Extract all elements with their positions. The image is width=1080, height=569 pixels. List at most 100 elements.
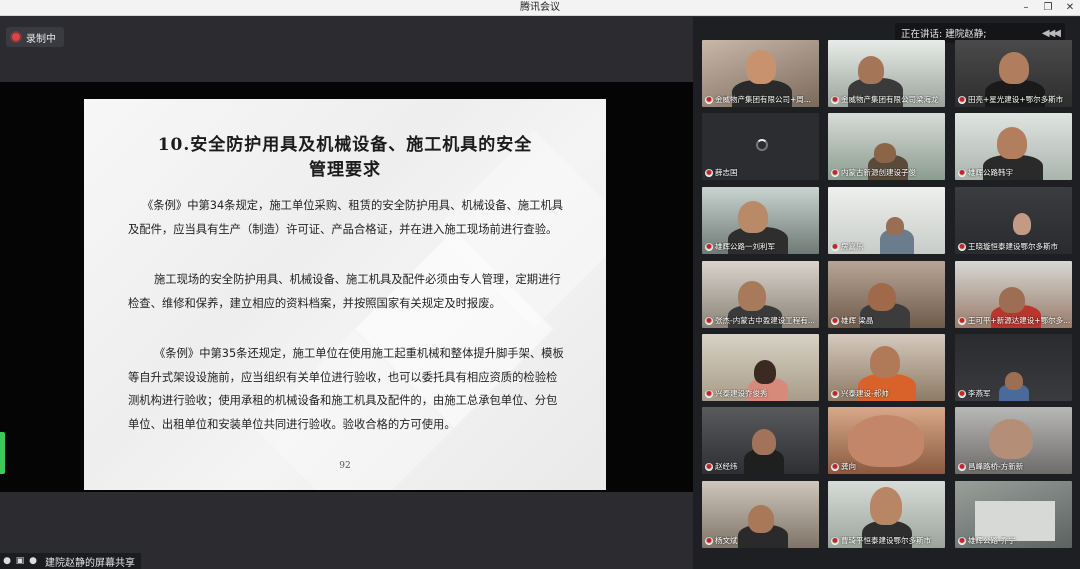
participant-video <box>738 281 766 311</box>
participant-name: ● 金威物产集团有限公司梁海龙 <box>831 95 939 104</box>
maximize-icon[interactable]: ❐ <box>1042 2 1054 14</box>
screen-share-label: 建院赵静的屏幕共享 <box>45 557 135 569</box>
mic-muted-icon: ● <box>831 96 839 104</box>
participant-name: ● 雄辉 梁晶 <box>831 316 874 325</box>
close-icon[interactable]: ✕ <box>1064 2 1076 14</box>
loading-spinner-icon <box>756 139 768 151</box>
participant-tile[interactable]: ● 田亮+星光建设+鄂尔多斯市 <box>955 40 1072 107</box>
presentation-slide: 10.安全防护用具及机械设备、施工机具的安全 管理要求 《条例》中第34条规定，… <box>84 99 606 490</box>
mic-muted-icon: ● <box>705 390 713 398</box>
participant-video <box>848 415 924 467</box>
mic-muted-icon: ● <box>705 317 713 325</box>
window-controls: – ❐ ✕ <box>1020 0 1076 16</box>
mic-muted-icon: ● <box>831 463 839 471</box>
participant-video <box>754 360 776 384</box>
participant-video <box>1013 213 1031 235</box>
participant-name: ● 田亮+星光建设+鄂尔多斯市 <box>958 95 1064 104</box>
slide-title-line: 管理要求 <box>309 160 381 180</box>
participant-tile[interactable]: ● 雄辉 梁晶 <box>828 261 945 328</box>
slide-page-number: 92 <box>339 461 351 471</box>
participant-tile[interactable]: ● 内蒙古新源创建设子俊 <box>828 113 945 180</box>
screen-share-icon: ▣ <box>15 556 25 566</box>
mic-muted-icon: ● <box>705 537 713 545</box>
participant-name: ● 王可平+新源达建设+鄂尔多... <box>958 316 1070 325</box>
microphone-icon: ● <box>29 556 37 566</box>
slide-title-line: 10.安全防护用具及机械设备、施工机具的安全 <box>157 135 533 155</box>
participant-tile[interactable]: ● 王晓璇恒泰建设鄂尔多斯市 <box>955 187 1072 254</box>
participant-tile[interactable]: ● 龚向 <box>828 407 945 474</box>
participant-tile[interactable]: ● 曹琦平恒泰建设鄂尔多斯市 <box>828 481 945 548</box>
participant-video <box>1005 372 1023 390</box>
participant-tile[interactable]: ● 雄辉公路-乔宁 <box>955 481 1072 548</box>
banner-arrows-icon[interactable]: ◀◀◀ <box>1042 28 1061 39</box>
mic-muted-icon: ● <box>705 243 713 251</box>
mic-muted-icon: ● <box>958 96 966 104</box>
participant-name: ● 雄辉公路韩宇 <box>958 168 1013 177</box>
participant-tile[interactable]: ● 雄辉公路一刘利军 <box>702 187 819 254</box>
participant-tile[interactable]: ● 张杰-内蒙古中盈建设工程有... <box>702 261 819 328</box>
participant-name: ● 雄辉公路一刘利军 <box>705 242 775 251</box>
participant-video <box>999 287 1025 313</box>
participant-name: ● 张杰-内蒙古中盈建设工程有... <box>705 316 815 325</box>
participant-video <box>989 419 1033 459</box>
participant-video <box>870 487 902 525</box>
participant-video <box>748 505 774 533</box>
participant-tile[interactable]: ● 昌峰路桥-方新新 <box>955 407 1072 474</box>
participant-tile[interactable]: ● 薛志国 <box>702 113 819 180</box>
participant-name: ● 赵经纬 <box>705 462 738 471</box>
participant-video <box>999 52 1029 84</box>
participant-name: ● 曹琦平恒泰建设鄂尔多斯市 <box>831 536 931 545</box>
participant-name: ● 薛志国 <box>705 168 738 177</box>
participant-tile[interactable]: ● 杨文斌 <box>702 481 819 548</box>
mic-muted-icon: ● <box>831 243 839 251</box>
participant-video <box>746 50 776 84</box>
minimize-icon[interactable]: – <box>1020 2 1032 14</box>
participant-video <box>858 56 884 84</box>
mic-muted-icon: ● <box>958 390 966 398</box>
participant-video <box>752 429 776 455</box>
participant-video <box>738 201 768 233</box>
participant-tile[interactable]: ● 兴泰建设-郝帅 <box>828 334 945 401</box>
mic-muted-icon: ● <box>958 243 966 251</box>
participant-tile[interactable]: ● 王可平+新源达建设+鄂尔多... <box>955 261 1072 328</box>
participant-name: ● 兴泰建设乔俊秀 <box>705 389 768 398</box>
slide-paragraph: 《条例》中第34条规定，施工单位采购、租赁的安全防护用具、机械设备、施工机具及配… <box>128 199 564 236</box>
participant-video <box>975 501 1055 541</box>
participant-tile[interactable]: ● 雄辉公路韩宇 <box>955 113 1072 180</box>
participant-tile[interactable]: ● 房嘉乐 <box>828 187 945 254</box>
window-title: 腾讯会议 <box>520 2 560 13</box>
participant-name: ● 内蒙古新源创建设子俊 <box>831 168 916 177</box>
recording-indicator[interactable]: 录制中 <box>6 27 64 47</box>
participant-tile[interactable]: ● 赵经纬 <box>702 407 819 474</box>
mic-muted-icon: ● <box>705 96 713 104</box>
participant-name: ● 金威物产集团有限公司+周... <box>705 95 811 104</box>
side-panel-handle[interactable] <box>0 432 5 474</box>
participant-name: ● 雄辉公路-乔宁 <box>958 536 1016 545</box>
participant-name: ● 昌峰路桥-方新新 <box>958 462 1024 471</box>
slide-title: 10.安全防护用具及机械设备、施工机具的安全 管理要求 <box>114 133 576 183</box>
mic-muted-icon: ● <box>958 537 966 545</box>
participant-name: ● 龚向 <box>831 462 856 471</box>
participant-name: ● 李燕军 <box>958 389 991 398</box>
participant-video <box>874 143 896 163</box>
slide-paragraph: 施工现场的安全防护用具、机械设备、施工机具及配件必须由专人管理，定期进行检查、维… <box>128 273 561 310</box>
mic-muted-icon: ● <box>958 317 966 325</box>
participant-tile[interactable]: ● 金威物产集团有限公司梁海龙 <box>828 40 945 107</box>
window-titlebar: 腾讯会议 – ❐ ✕ <box>0 0 1080 16</box>
mic-muted-icon: ● <box>831 390 839 398</box>
participant-tile[interactable]: ● 李燕军 <box>955 334 1072 401</box>
mic-muted-icon: ● <box>705 169 713 177</box>
participant-name: ● 房嘉乐 <box>831 242 864 251</box>
participant-video <box>886 217 904 235</box>
mic-muted-icon: ● <box>958 169 966 177</box>
mic-muted-icon: ● <box>831 537 839 545</box>
participant-tile[interactable]: ● 兴泰建设乔俊秀 <box>702 334 819 401</box>
active-speaker-label: 正在讲话: 建院赵静; <box>901 29 987 40</box>
participant-name: ● 杨文斌 <box>705 536 738 545</box>
participant-name: ● 兴泰建设-郝帅 <box>831 389 889 398</box>
participant-tile[interactable]: ● 金威物产集团有限公司+周... <box>702 40 819 107</box>
recording-label: 录制中 <box>26 33 56 45</box>
recording-dot-icon <box>12 33 20 41</box>
mic-muted-icon: ● <box>831 169 839 177</box>
participant-video <box>868 283 896 311</box>
